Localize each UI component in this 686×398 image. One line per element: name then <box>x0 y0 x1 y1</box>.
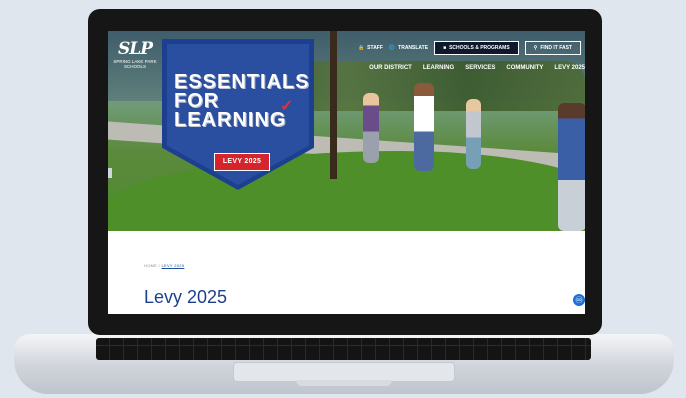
laptop-screen: SLP SPRING LAKE PARK SCHOOLS 🔒 STAFF 🌐 T… <box>108 31 585 314</box>
hero-banner: SLP SPRING LAKE PARK SCHOOLS 🔒 STAFF 🌐 T… <box>108 31 585 231</box>
main-nav: OUR DISTRICT LEARNING SERVICES COMMUNITY… <box>369 65 585 71</box>
nav-our-district[interactable]: OUR DISTRICT <box>369 65 412 71</box>
student-figure <box>363 93 379 163</box>
page-title: Levy 2025 <box>144 287 228 307</box>
logo-mark: SLP <box>117 39 153 59</box>
hero-tree <box>330 31 337 179</box>
student-figure <box>466 99 481 169</box>
nav-levy-2025[interactable]: LEVY 2025 <box>554 65 585 71</box>
keyboard <box>96 338 591 360</box>
translate-link[interactable]: 🌐 TRANSLATE <box>389 45 428 51</box>
translate-label: TRANSLATE <box>398 45 429 51</box>
utility-nav: 🔒 STAFF 🌐 TRANSLATE ■ SCHOOLS & PROGRAMS… <box>358 41 581 55</box>
nav-services[interactable]: SERVICES <box>465 65 495 71</box>
breadcrumb-home[interactable]: HOME <box>144 263 157 268</box>
breadcrumb-current[interactable]: LEVY 2025 <box>161 263 184 268</box>
hero-lawn <box>108 151 585 231</box>
staff-link[interactable]: 🔒 STAFF <box>358 45 383 51</box>
staff-label: STAFF <box>367 45 383 51</box>
lock-icon: 🔒 <box>357 45 365 51</box>
trackpad <box>233 362 455 382</box>
find-it-fast-label: FIND IT FAST <box>540 45 572 51</box>
schools-programs-button[interactable]: ■ SCHOOLS & PROGRAMS <box>434 41 519 55</box>
find-it-fast-button[interactable]: ⚲ FIND IT FAST <box>524 41 581 55</box>
breadcrumb-separator: / <box>158 263 161 268</box>
nav-learning[interactable]: LEARNING <box>423 65 454 71</box>
levy-2025-badge-button[interactable]: LEVY 2025 <box>214 153 270 171</box>
carousel-handle[interactable] <box>108 168 112 178</box>
search-icon: ⚲ <box>533 45 538 51</box>
globe-icon: 🌐 <box>388 45 396 51</box>
schools-programs-label: SCHOOLS & PROGRAMS <box>449 45 510 51</box>
laptop-notch <box>296 380 392 386</box>
nav-community[interactable]: COMMUNITY <box>506 65 543 71</box>
logo-name: SPRING LAKE PARK SCHOOLS <box>113 59 157 69</box>
student-figure <box>558 103 585 231</box>
accessibility-icon[interactable]: ♾ <box>573 294 585 306</box>
student-figure <box>414 83 434 171</box>
breadcrumb: HOME / LEVY 2025 <box>144 263 184 268</box>
school-icon: ■ <box>443 45 447 51</box>
district-logo[interactable]: SLP SPRING LAKE PARK SCHOOLS <box>112 39 158 69</box>
check-icon: ✓ <box>280 98 294 115</box>
